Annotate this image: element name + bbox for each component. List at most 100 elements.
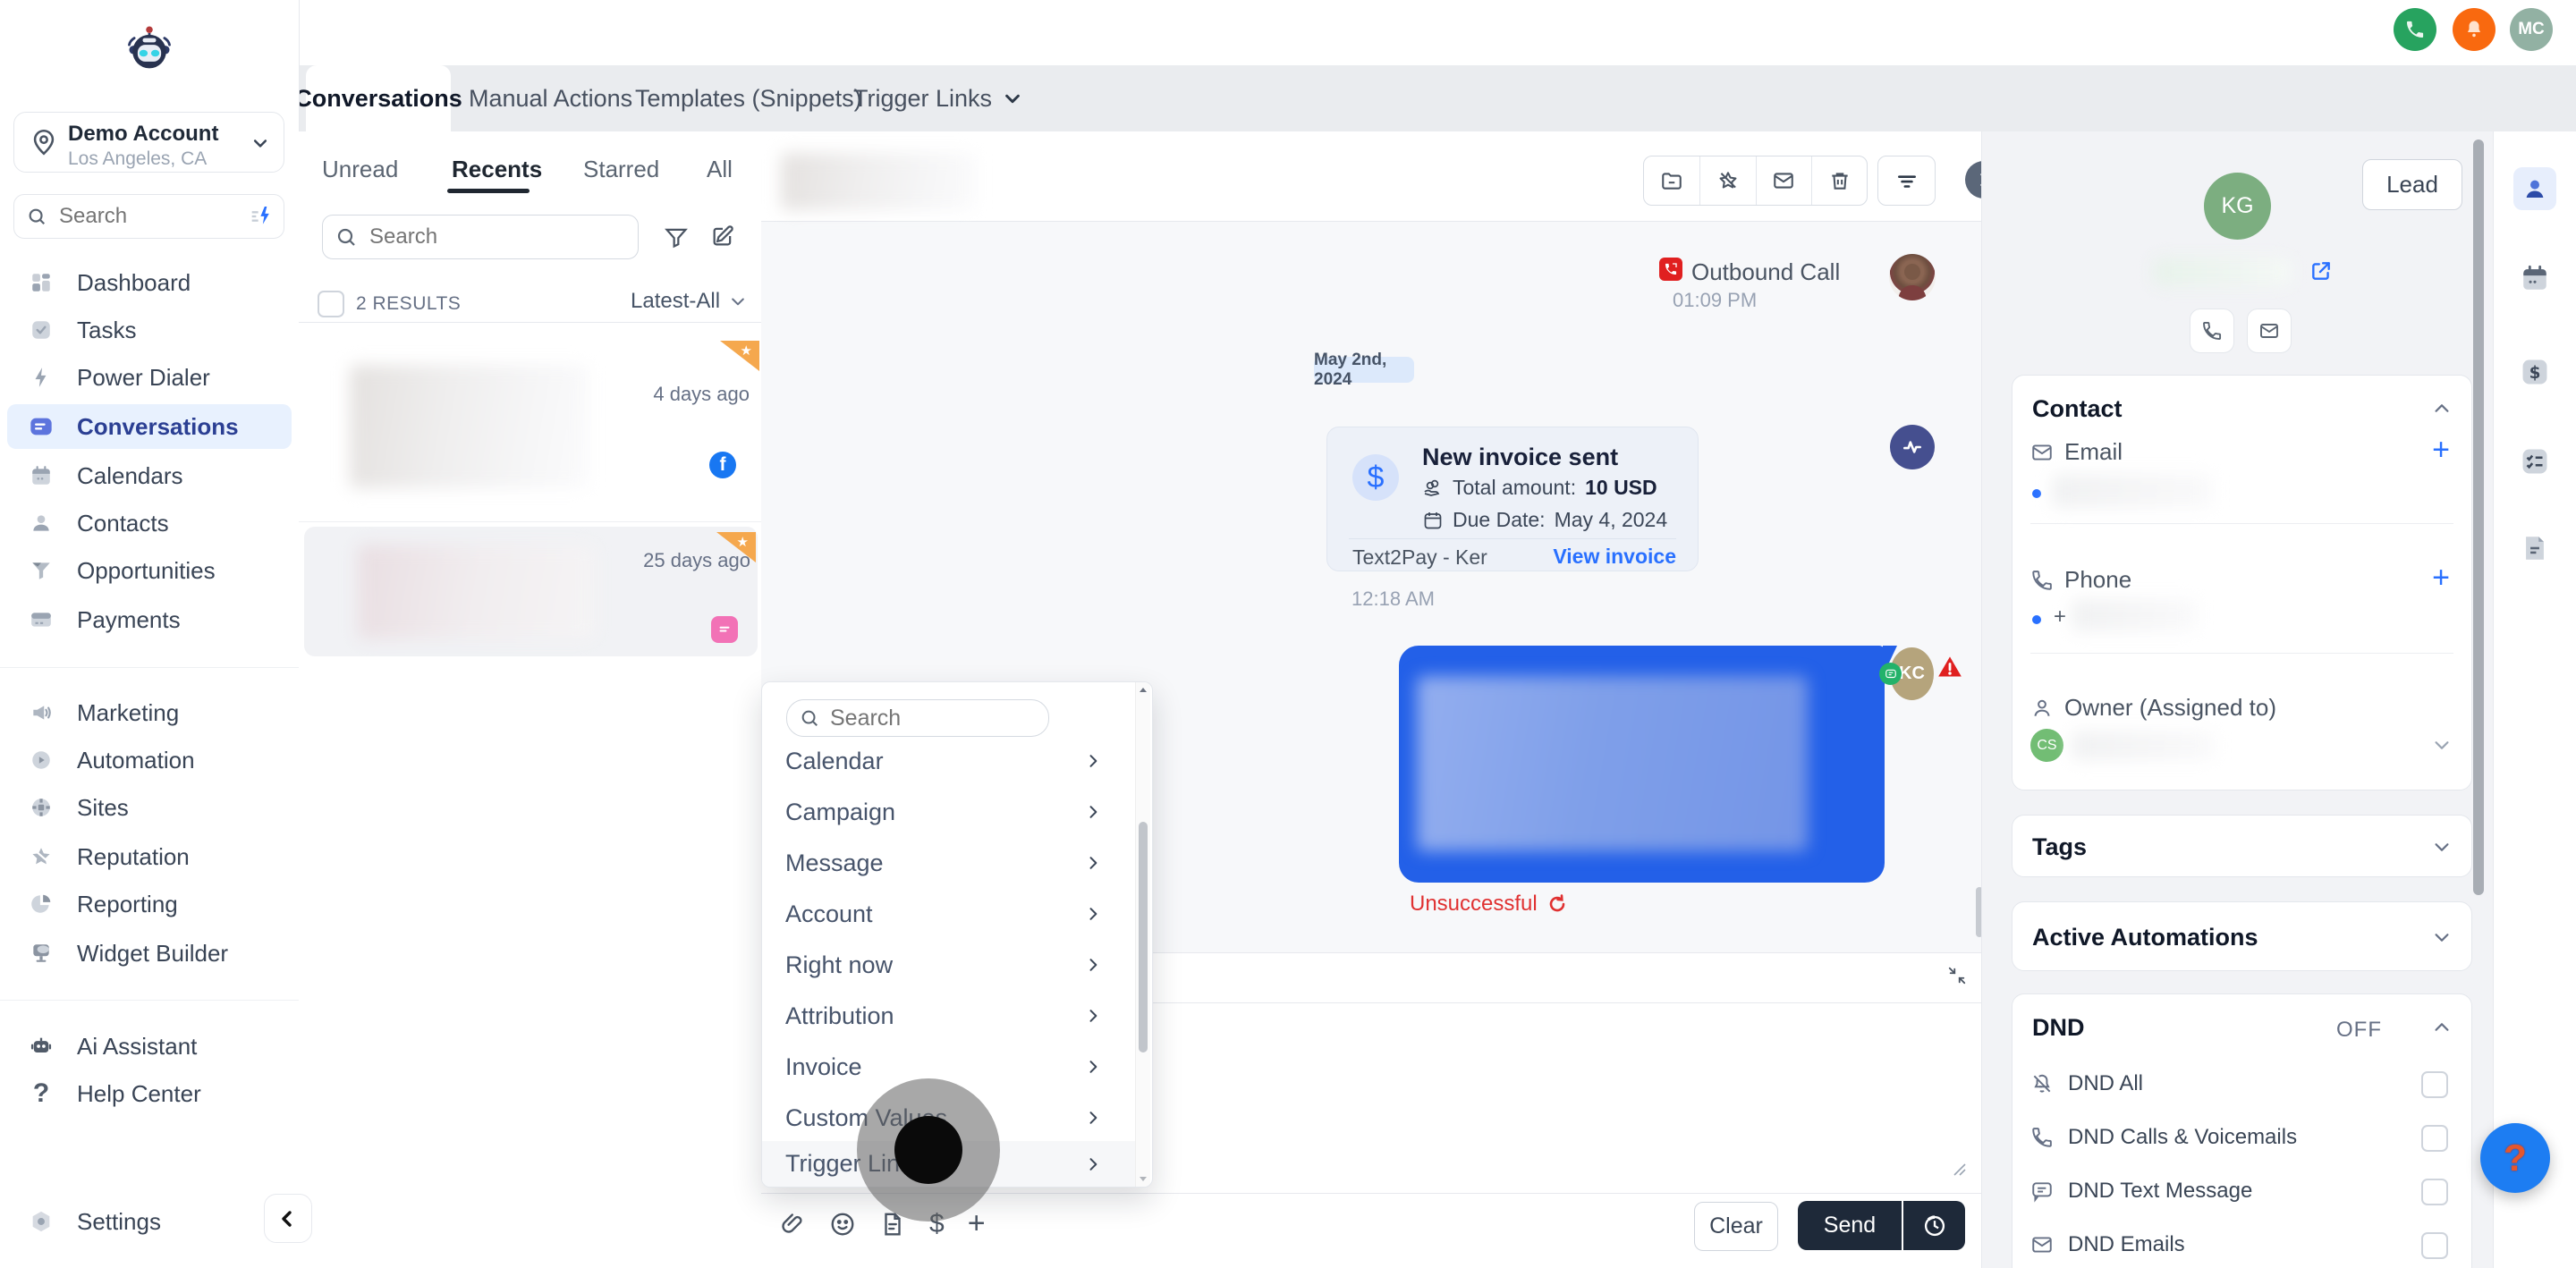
sidebar-item-automation[interactable]: Automation xyxy=(7,738,292,782)
panel-scrollbar[interactable] xyxy=(2473,139,2484,895)
sidebar-search-input[interactable] xyxy=(57,203,222,230)
scroll-up-arrow[interactable] xyxy=(1139,686,1148,695)
rail-tasks-tab[interactable] xyxy=(2513,440,2556,483)
dropdown-item-account[interactable]: Account xyxy=(762,892,1138,936)
sidebar-item-opportunities[interactable]: Opportunities xyxy=(7,548,292,593)
retry-icon[interactable] xyxy=(1546,893,1568,915)
list-tab-recents[interactable]: Recents xyxy=(452,156,542,183)
chat-filter-button[interactable] xyxy=(1877,156,1936,206)
sidebar-item-dashboard[interactable]: Dashboard xyxy=(7,260,292,305)
list-tab-unread[interactable]: Unread xyxy=(322,156,398,183)
tab-manual-actions[interactable]: Manual Actions xyxy=(469,65,632,131)
scroll-down-arrow[interactable] xyxy=(1139,1174,1148,1183)
tags-card[interactable]: Tags xyxy=(2012,815,2472,877)
opportunities-icon xyxy=(21,559,61,582)
scroll-thumb[interactable] xyxy=(1139,822,1148,1052)
dropdown-item-calendar[interactable]: Calendar xyxy=(762,739,1138,783)
dropdown-search[interactable] xyxy=(786,699,1049,737)
dropdown-search-input[interactable] xyxy=(828,705,1011,732)
message-status[interactable]: Unsuccessful xyxy=(1410,892,1568,917)
dropdown-item-campaign[interactable]: Campaign xyxy=(762,790,1138,834)
dnd-all-checkbox[interactable] xyxy=(2421,1071,2448,1098)
sidebar-item-marketing[interactable]: Marketing xyxy=(7,690,292,735)
dnd-calls-checkbox[interactable] xyxy=(2421,1125,2448,1152)
select-all-checkbox[interactable] xyxy=(318,291,344,317)
sidebar-item-ai-assistant[interactable]: Ai Assistant xyxy=(7,1024,292,1069)
emoji-icon[interactable] xyxy=(829,1211,856,1238)
sidebar-item-help-center[interactable]: ? Help Center xyxy=(7,1071,292,1116)
sidebar-search[interactable] xyxy=(13,194,284,239)
sort-dropdown[interactable]: Latest-All xyxy=(631,289,747,314)
quick-call-button[interactable] xyxy=(2394,8,2436,51)
automation-avatar xyxy=(1890,425,1935,469)
delete-conversation-button[interactable] xyxy=(1812,156,1867,205)
add-email-button[interactable]: + xyxy=(2432,433,2450,468)
rail-appointments-tab[interactable] xyxy=(2513,257,2556,300)
active-automations-card[interactable]: Active Automations xyxy=(2012,901,2472,971)
clear-button[interactable]: Clear xyxy=(1694,1202,1778,1251)
help-floating-button[interactable]: ? xyxy=(2480,1123,2550,1193)
mark-unread-button[interactable] xyxy=(1757,156,1813,205)
phone-value-redacted[interactable] xyxy=(2072,599,2197,631)
account-switcher[interactable]: Demo Account Los Angeles, CA xyxy=(13,112,284,173)
chevron-up-icon[interactable] xyxy=(2432,399,2452,418)
resize-handle-icon[interactable] xyxy=(1951,1161,1967,1177)
call-contact-button[interactable] xyxy=(2190,309,2234,353)
open-contact-icon[interactable] xyxy=(2309,259,2333,283)
list-search[interactable] xyxy=(322,215,639,259)
sidebar-item-payments[interactable]: Payments xyxy=(7,597,292,642)
sidebar-item-settings[interactable]: Settings xyxy=(7,1199,292,1244)
invoice-divider xyxy=(1349,538,1676,539)
move-to-folder-button[interactable] xyxy=(1644,156,1700,205)
sidebar-item-reputation[interactable]: Reputation xyxy=(7,834,292,879)
quick-actions-lightning-icon xyxy=(248,204,273,229)
sidebar-item-reporting[interactable]: Reporting xyxy=(7,882,292,926)
send-button[interactable]: Send xyxy=(1798,1201,1902,1250)
unstar-button[interactable] xyxy=(1700,156,1757,205)
conversation-item[interactable]: ★ 25 days ago xyxy=(304,527,758,656)
settings-gear-icon xyxy=(21,1209,61,1234)
compose-icon[interactable] xyxy=(710,224,735,249)
sidebar-item-power-dialer[interactable]: Power Dialer xyxy=(7,355,292,400)
list-tab-starred[interactable]: Starred xyxy=(583,156,659,183)
add-more-icon[interactable]: + xyxy=(968,1206,986,1241)
dropdown-item-message[interactable]: Message xyxy=(762,841,1138,885)
schedule-send-button[interactable] xyxy=(1903,1201,1965,1250)
sidebar-item-conversations[interactable]: Conversations xyxy=(7,404,292,449)
filter-funnel-icon[interactable] xyxy=(664,224,689,249)
sidebar-item-contacts[interactable]: Contacts xyxy=(7,501,292,545)
rail-payments-tab[interactable]: $ xyxy=(2513,351,2556,393)
sidebar-item-tasks[interactable]: Tasks xyxy=(7,308,292,352)
send-error-warning-icon[interactable] xyxy=(1937,655,1962,680)
list-tab-all[interactable]: All xyxy=(707,156,733,183)
tab-conversations[interactable]: Conversations xyxy=(306,65,451,131)
sidebar-item-calendars[interactable]: Calendars xyxy=(7,453,292,498)
notifications-button[interactable] xyxy=(2453,8,2496,51)
rail-contact-tab[interactable] xyxy=(2513,167,2556,210)
rail-notes-tab[interactable] xyxy=(2513,527,2556,570)
dropdown-item-right-now[interactable]: Right now xyxy=(762,943,1138,987)
attach-paperclip-icon[interactable] xyxy=(779,1211,806,1238)
sidebar-item-widget-builder[interactable]: Widget Builder xyxy=(7,931,292,976)
chevron-up-icon[interactable] xyxy=(2432,1018,2452,1037)
lead-type-button[interactable]: Lead xyxy=(2362,159,2462,210)
phone-icon xyxy=(2404,19,2426,40)
owner-select-chevron-icon[interactable] xyxy=(2432,735,2452,755)
view-invoice-link[interactable]: View invoice xyxy=(1553,545,1676,569)
sidebar-item-sites[interactable]: Sites xyxy=(7,785,292,830)
sidebar-collapse-button[interactable] xyxy=(264,1194,312,1243)
dropdown-scrollbar[interactable] xyxy=(1135,682,1150,1187)
dnd-text-checkbox[interactable] xyxy=(2421,1179,2448,1205)
user-avatar[interactable]: MC xyxy=(2510,8,2553,51)
tab-templates-snippets[interactable]: Templates (Snippets) xyxy=(635,65,862,131)
dnd-emails-checkbox[interactable] xyxy=(2421,1232,2448,1259)
conversation-item[interactable]: ★ 4 days ago f xyxy=(299,323,761,522)
dropdown-item-attribution[interactable]: Attribution xyxy=(762,993,1138,1038)
tab-trigger-links[interactable]: Trigger Links xyxy=(853,65,1022,131)
list-search-input[interactable] xyxy=(368,224,604,250)
email-value-redacted[interactable] xyxy=(2052,474,2213,508)
collapse-composer-icon[interactable] xyxy=(1947,966,1967,985)
email-contact-button[interactable] xyxy=(2247,309,2292,353)
add-phone-button[interactable]: + xyxy=(2432,561,2450,596)
clock-icon xyxy=(1922,1213,1947,1238)
